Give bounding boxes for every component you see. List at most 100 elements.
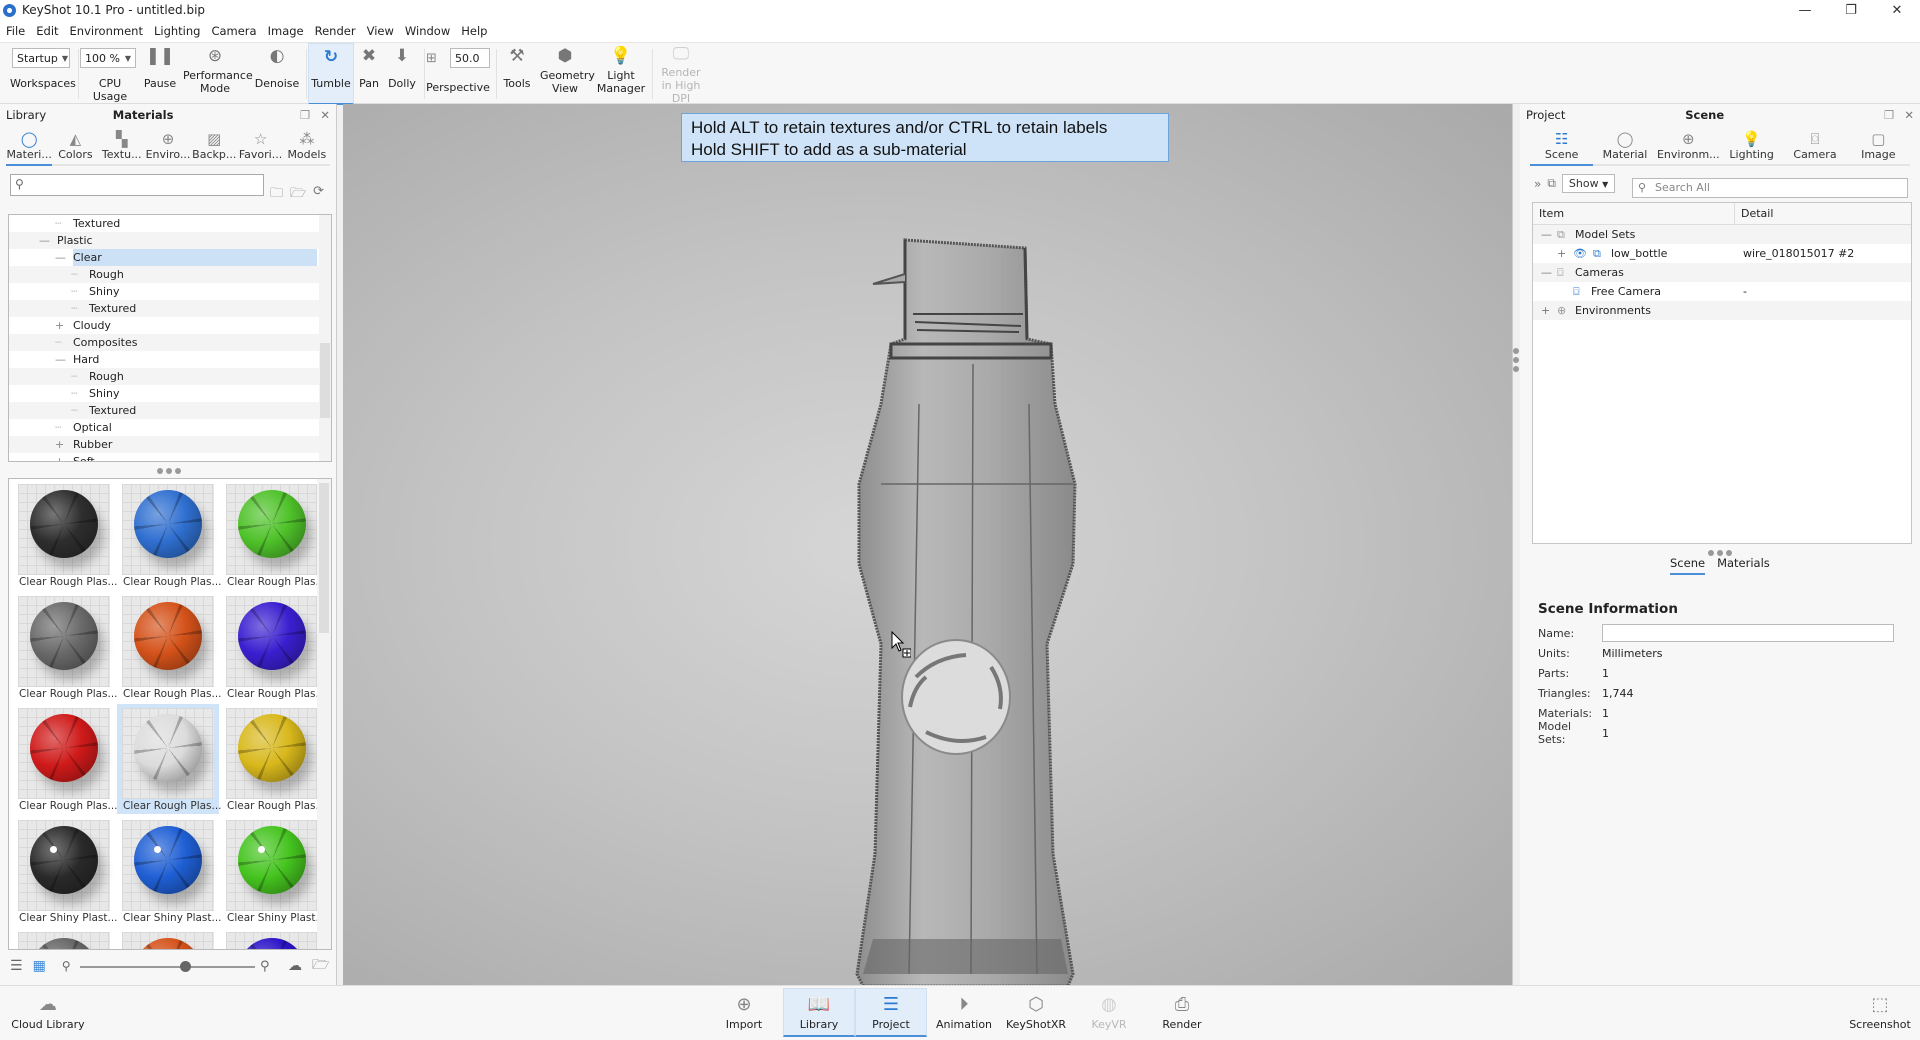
close-panel-icon[interactable]: ✕ [1904, 108, 1914, 122]
material-thumbnail[interactable]: Clear Shiny Plast... [221, 816, 326, 926]
subtab-scene[interactable]: Scene [1670, 556, 1706, 575]
menu-help[interactable]: Help [461, 24, 487, 38]
library-search[interactable]: ⚲ [10, 174, 264, 196]
tree-item[interactable]: ┄ Textured [9, 215, 331, 232]
geometry-view-button[interactable]: ⬢ Geometry View [538, 43, 595, 105]
keyvr-button[interactable]: ◍ KeyVR [1073, 988, 1145, 1037]
add-folder-icon[interactable]: 🗀 [270, 184, 283, 206]
tab-favorites[interactable]: ☆ Favori... [237, 126, 283, 164]
menu-edit[interactable]: Edit [36, 24, 58, 38]
pause-button[interactable]: ❚❚ Pause [142, 43, 178, 105]
zoom-in-icon[interactable]: ⚲ [260, 959, 270, 974]
tab-lighting[interactable]: 💡 Lighting [1720, 126, 1783, 164]
right-panel-splitter[interactable] [1512, 104, 1520, 985]
tree-item[interactable]: ┄ Rough [9, 266, 331, 283]
project-button[interactable]: ☰ Project [855, 988, 927, 1037]
screenshot-button[interactable]: ⬚ Screenshot [1842, 988, 1918, 1037]
scene-tree-row[interactable]: + ⊕ Environments [1533, 301, 1911, 320]
tab-models[interactable]: ⁂ Models [284, 126, 330, 164]
tree-item[interactable]: ┄ Shiny [9, 283, 331, 300]
material-thumbnail[interactable] [13, 928, 115, 949]
render-button[interactable]: ⎙ Render [1146, 988, 1218, 1037]
material-thumbnail[interactable] [221, 928, 323, 949]
material-thumbnail[interactable]: Clear Rough Plas... [13, 592, 118, 702]
thumbnail-size-slider-knob[interactable] [180, 961, 191, 972]
render-high-dpi-button[interactable]: 🖵 Render in High DPI [656, 43, 706, 106]
material-thumbnail[interactable]: Clear Rough Plas... [221, 704, 326, 814]
expand-icon[interactable]: » [1534, 177, 1541, 191]
collapse-icon[interactable]: — [1541, 225, 1552, 244]
column-item[interactable]: Item [1533, 203, 1735, 224]
tab-colors[interactable]: ◭ Colors [52, 126, 98, 164]
keyshotxr-button[interactable]: ⬡ KeyShotXR [1000, 988, 1072, 1037]
import-button[interactable]: ⊕ Import [708, 988, 780, 1037]
expand-icon[interactable]: + [55, 436, 64, 453]
subtab-materials[interactable]: Materials [1717, 556, 1770, 575]
cpu-usage-dropdown[interactable]: 100 % ▼ [80, 48, 136, 68]
tree-item[interactable]: — Clear [9, 249, 331, 266]
animation-button[interactable]: ⏵ Animation [928, 988, 1000, 1037]
restore-button[interactable]: ❐ [1828, 0, 1874, 20]
scene-tree-row[interactable]: + 👁 ⧉ low_bottle wire_018015017 #2 [1533, 244, 1911, 263]
float-panel-icon[interactable]: ❐ [300, 108, 310, 122]
pan-button[interactable]: ✖ Pan [356, 43, 382, 105]
tab-image[interactable]: ▢ Image [1847, 126, 1910, 164]
dolly-button[interactable]: ⬇ Dolly [384, 43, 420, 105]
expand-icon[interactable]: + [1557, 244, 1566, 263]
scene-search[interactable]: ⚲ Search All [1632, 178, 1908, 198]
menu-file[interactable]: File [6, 24, 25, 38]
tree-item[interactable]: + Soft [9, 453, 331, 461]
tree-item[interactable]: ┄ Shiny [9, 385, 331, 402]
tree-item[interactable]: ┄ Optical [9, 419, 331, 436]
material-thumbnail[interactable]: Clear Rough Plas... [221, 480, 326, 590]
material-thumbnail[interactable]: Clear Shiny Plast... [13, 816, 118, 926]
tree-item[interactable]: — Plastic [9, 232, 331, 249]
menu-render[interactable]: Render [315, 24, 356, 38]
tumble-button[interactable]: ↻ Tumble [308, 43, 354, 105]
grid-view-icon[interactable]: ▦ [33, 958, 46, 974]
menu-view[interactable]: View [367, 24, 394, 38]
tab-camera[interactable]: ⌼ Camera [1783, 126, 1846, 164]
cloud-library-button[interactable]: ☁ Cloud Library [8, 988, 88, 1037]
close-button[interactable]: ✕ [1874, 0, 1920, 20]
tree-item[interactable]: + Cloudy [9, 317, 331, 334]
list-view-icon[interactable]: ☰ [10, 958, 23, 974]
material-thumbnail[interactable]: Clear Rough Plas... [221, 592, 326, 702]
denoise-button[interactable]: ◐ Denoise [252, 43, 302, 105]
tab-scene[interactable]: ☷ Scene [1530, 126, 1594, 166]
menu-lighting[interactable]: Lighting [154, 24, 200, 38]
collapse-icon[interactable]: — [39, 232, 50, 249]
scene-tree-row[interactable]: ⌼ Free Camera - [1533, 282, 1911, 301]
library-button[interactable]: 📖 Library [783, 988, 855, 1037]
scene-name-input[interactable] [1602, 624, 1894, 642]
tab-material[interactable]: ◯ Material [1593, 126, 1656, 164]
material-thumbnail[interactable]: Clear Rough Plas... [117, 592, 222, 702]
render-viewport[interactable]: Hold ALT to retain textures and/or CTRL … [343, 104, 1512, 985]
thumbnail-size-slider[interactable] [80, 966, 255, 968]
tree-item[interactable]: ┄ Composites [9, 334, 331, 351]
tree-item[interactable]: ┄ Rough [9, 368, 331, 385]
expand-icon[interactable]: + [55, 453, 64, 461]
bottle-model[interactable] [823, 234, 1083, 985]
splitter-handle[interactable] [157, 468, 181, 474]
splitter-handle[interactable] [1513, 348, 1519, 372]
collapse-icon[interactable]: — [1541, 263, 1552, 282]
material-thumbnail[interactable]: Clear Rough Plas... [117, 480, 222, 590]
light-manager-button[interactable]: 💡 Light Manager [594, 43, 648, 105]
library-search-input[interactable] [11, 175, 263, 195]
tab-environment[interactable]: ⊕ Environm... [1657, 126, 1720, 164]
column-detail[interactable]: Detail [1735, 203, 1779, 224]
tree-item[interactable]: — Hard [9, 351, 331, 368]
material-thumbnail[interactable]: Clear Shiny Plast... [117, 816, 222, 926]
tab-environments[interactable]: ⊕ Enviro... [145, 126, 191, 164]
perspective-field[interactable]: 50.0 [450, 48, 490, 68]
menu-camera[interactable]: Camera [211, 24, 256, 38]
tab-materials[interactable]: ◯ Materi... [6, 126, 53, 166]
menu-image[interactable]: Image [268, 24, 304, 38]
collapse-icon[interactable]: — [55, 249, 66, 266]
visibility-eye-icon[interactable]: 👁 [1573, 244, 1587, 263]
add-model-set-icon[interactable]: ⧉ [1547, 176, 1556, 191]
tree-item[interactable]: ┄ Textured [9, 402, 331, 419]
material-thumbnail[interactable]: Clear Rough Plas... [13, 704, 118, 814]
import-folder-icon[interactable]: 🗁 [290, 184, 306, 206]
